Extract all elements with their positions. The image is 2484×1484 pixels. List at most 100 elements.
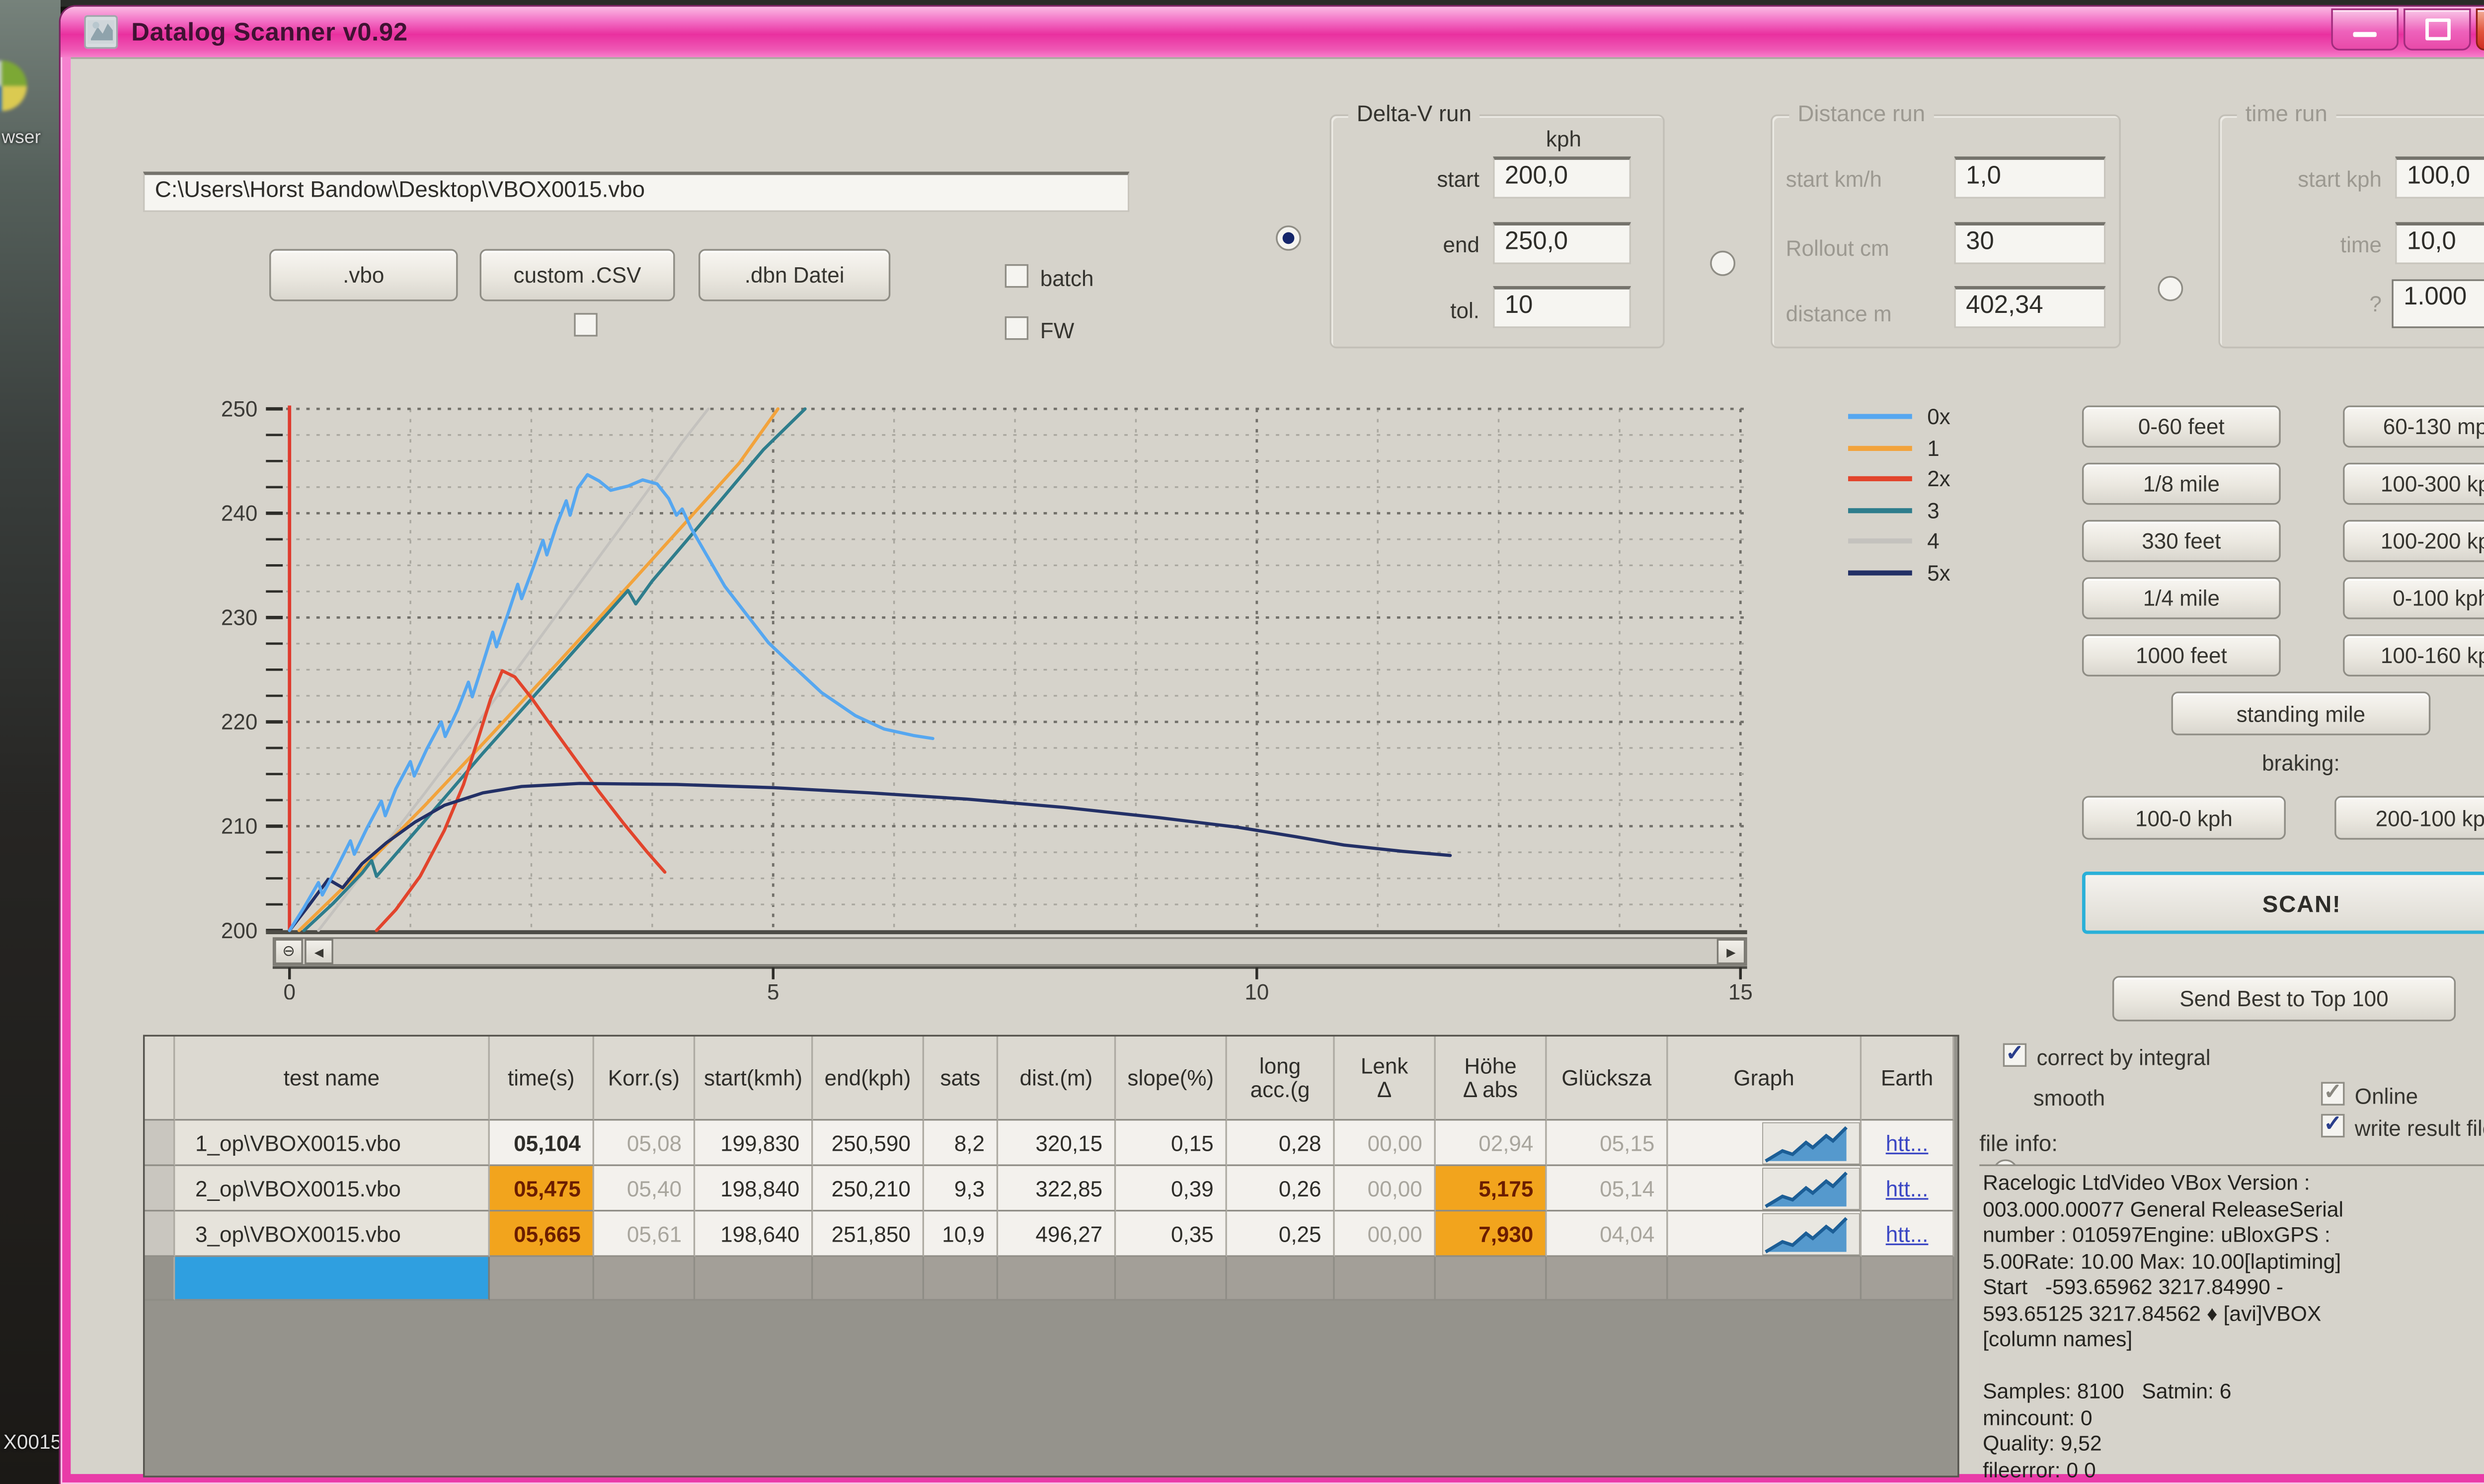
- graph-cell[interactable]: [1668, 1166, 1862, 1211]
- fw-checkbox[interactable]: [1005, 316, 1028, 340]
- cell: 322,85: [998, 1166, 1116, 1211]
- column-header[interactable]: dist.(m): [998, 1037, 1116, 1120]
- factor-spinbox[interactable]: 1.000 ▲▼: [2392, 279, 2484, 328]
- correct-by-integral-checkbox[interactable]: ✓: [2003, 1043, 2026, 1067]
- column-header[interactable]: sats: [924, 1037, 998, 1120]
- empty-cell: [1227, 1257, 1335, 1301]
- column-header[interactable]: [145, 1037, 175, 1120]
- write-result-file-checkbox[interactable]: ✓: [2321, 1114, 2344, 1137]
- column-header[interactable]: longacc.(g: [1227, 1037, 1335, 1120]
- delta-v-tol-input[interactable]: 10: [1493, 286, 1631, 328]
- earth-link[interactable]: htt...: [1862, 1166, 1954, 1211]
- cell: 199,830: [695, 1120, 813, 1166]
- distance-start-label: start km/h: [1786, 166, 1882, 192]
- factor-value: 1.000: [2404, 283, 2467, 311]
- cell: 04,04: [1547, 1211, 1668, 1257]
- legend-item-0x: 0x: [1848, 404, 1950, 429]
- file-info-label: file info:: [1979, 1131, 2058, 1156]
- empty-cell: [1547, 1257, 1668, 1301]
- close-button[interactable]: ✕: [2476, 8, 2484, 51]
- cell: 00,00: [1335, 1211, 1436, 1257]
- scroll-left-icon[interactable]: ◄: [305, 939, 333, 965]
- desktop-icon: [0, 61, 27, 111]
- speed-chart: 200210220230240250051015 ⊖ ◄ ►: [118, 383, 1754, 999]
- scroll-right-icon[interactable]: ►: [1717, 939, 1746, 965]
- run-button-100-160-kph[interactable]: 100-160 kph: [2343, 634, 2484, 676]
- scan-button[interactable]: SCAN!: [2082, 872, 2484, 934]
- delta-v-start-input[interactable]: 200,0: [1493, 156, 1631, 199]
- delta-v-end-input[interactable]: 250,0: [1493, 222, 1631, 264]
- zoom-out-icon[interactable]: ⊖: [274, 939, 303, 965]
- file-info-text[interactable]: Racelogic LtdVideo VBox Version : 003.00…: [1979, 1164, 2484, 1474]
- distance-run-group: Distance run start km/h 1,0 Rollout cm 3…: [1771, 114, 2121, 348]
- run-button-0-60-feet[interactable]: 0-60 feet: [2082, 406, 2281, 448]
- column-header[interactable]: Glücksza: [1547, 1037, 1668, 1120]
- braking-button-100-0-kph[interactable]: 100-0 kph: [2082, 796, 2286, 840]
- svg-text:10: 10: [1244, 980, 1269, 999]
- send-best-button[interactable]: Send Best to Top 100: [2112, 976, 2456, 1021]
- rollout-input[interactable]: 30: [1954, 222, 2105, 264]
- app-icon: [84, 15, 118, 49]
- legend-label: 2x: [1927, 466, 1950, 491]
- column-header[interactable]: HöheΔ abs: [1436, 1037, 1547, 1120]
- run-button-0-100-kph[interactable]: 0-100 kph: [2343, 577, 2484, 619]
- earth-link[interactable]: htt...: [1862, 1120, 1954, 1166]
- delta-v-radio[interactable]: [1276, 225, 1301, 251]
- cell: 05,665: [490, 1211, 594, 1257]
- time-run-radio[interactable]: [2158, 276, 2183, 301]
- earth-link[interactable]: htt...: [1862, 1211, 1954, 1257]
- column-header[interactable]: Korr.(s): [594, 1037, 695, 1120]
- column-header[interactable]: test name: [175, 1037, 490, 1120]
- column-header[interactable]: slope(%): [1116, 1037, 1227, 1120]
- run-button-100-300-kph[interactable]: 100-300 kph: [2343, 463, 2484, 505]
- load-vbo-button[interactable]: .vbo: [269, 249, 458, 301]
- distance-run-radio[interactable]: [1710, 251, 1735, 276]
- svg-text:250: 250: [221, 397, 257, 422]
- unlabeled-checkbox[interactable]: [574, 313, 597, 336]
- legend-line-icon: [1848, 445, 1912, 450]
- cell: 496,27: [998, 1211, 1116, 1257]
- empty-cell: [1335, 1257, 1436, 1301]
- run-button-60-130-mph[interactable]: 60-130 mph: [2343, 406, 2484, 448]
- maximize-button[interactable]: [2404, 8, 2471, 51]
- graph-cell[interactable]: [1668, 1120, 1862, 1166]
- cell: 1_op\VBOX0015.vbo: [175, 1120, 490, 1166]
- batch-checkbox[interactable]: [1005, 264, 1028, 288]
- title-bar[interactable]: Datalog Scanner v0.92 ✕: [61, 7, 2484, 58]
- column-header[interactable]: Earth: [1862, 1037, 1954, 1120]
- column-header[interactable]: end(kph): [813, 1037, 924, 1120]
- distance-start-input[interactable]: 1,0: [1954, 156, 2105, 199]
- graph-cell[interactable]: [1668, 1211, 1862, 1257]
- run-button-100-200-kph[interactable]: 100-200 kph: [2343, 520, 2484, 562]
- run-button-1000-feet[interactable]: 1000 feet: [2082, 634, 2281, 676]
- chart-scrollbar[interactable]: ⊖ ◄ ►: [273, 937, 1747, 966]
- question-label: ?: [2234, 291, 2382, 316]
- minimize-button[interactable]: [2331, 8, 2399, 51]
- time-input[interactable]: 10,0: [2395, 222, 2484, 264]
- standing-mile-button[interactable]: standing mile: [2172, 691, 2431, 735]
- time-run-start-input[interactable]: 100,0: [2395, 156, 2484, 199]
- cell: [145, 1120, 175, 1166]
- svg-text:200: 200: [221, 919, 257, 943]
- online-checkbox[interactable]: ✓: [2321, 1082, 2344, 1105]
- run-button-330-feet[interactable]: 330 feet: [2082, 520, 2281, 562]
- cell: 05,104: [490, 1120, 594, 1166]
- column-header[interactable]: time(s): [490, 1037, 594, 1120]
- legend-item-3: 3: [1848, 497, 1940, 522]
- distance-m-input[interactable]: 402,34: [1954, 286, 2105, 328]
- cell: 0,28: [1227, 1120, 1335, 1166]
- cell: 05,14: [1547, 1166, 1668, 1211]
- run-button-1-4-mile[interactable]: 1/4 mile: [2082, 577, 2281, 619]
- load-custom-csv-button[interactable]: custom .CSV: [480, 249, 675, 301]
- cell: 5,175: [1436, 1166, 1547, 1211]
- column-header[interactable]: Graph: [1668, 1037, 1862, 1120]
- selected-cell[interactable]: [175, 1257, 490, 1301]
- run-button-1-8-mile[interactable]: 1/8 mile: [2082, 463, 2281, 505]
- file-path-input[interactable]: C:\Users\Horst Bandow\Desktop\VBOX0015.v…: [143, 172, 1129, 212]
- column-header[interactable]: LenkΔ: [1335, 1037, 1436, 1120]
- braking-button-200-100-kph[interactable]: 200-100 kph: [2334, 796, 2484, 840]
- column-header[interactable]: start(kmh): [695, 1037, 813, 1120]
- legend-line-icon: [1848, 414, 1912, 419]
- load-dbn-button[interactable]: .dbn Datei: [699, 249, 890, 301]
- results-table: test nametime(s)Korr.(s)start(kmh)end(kp…: [143, 1035, 1959, 1478]
